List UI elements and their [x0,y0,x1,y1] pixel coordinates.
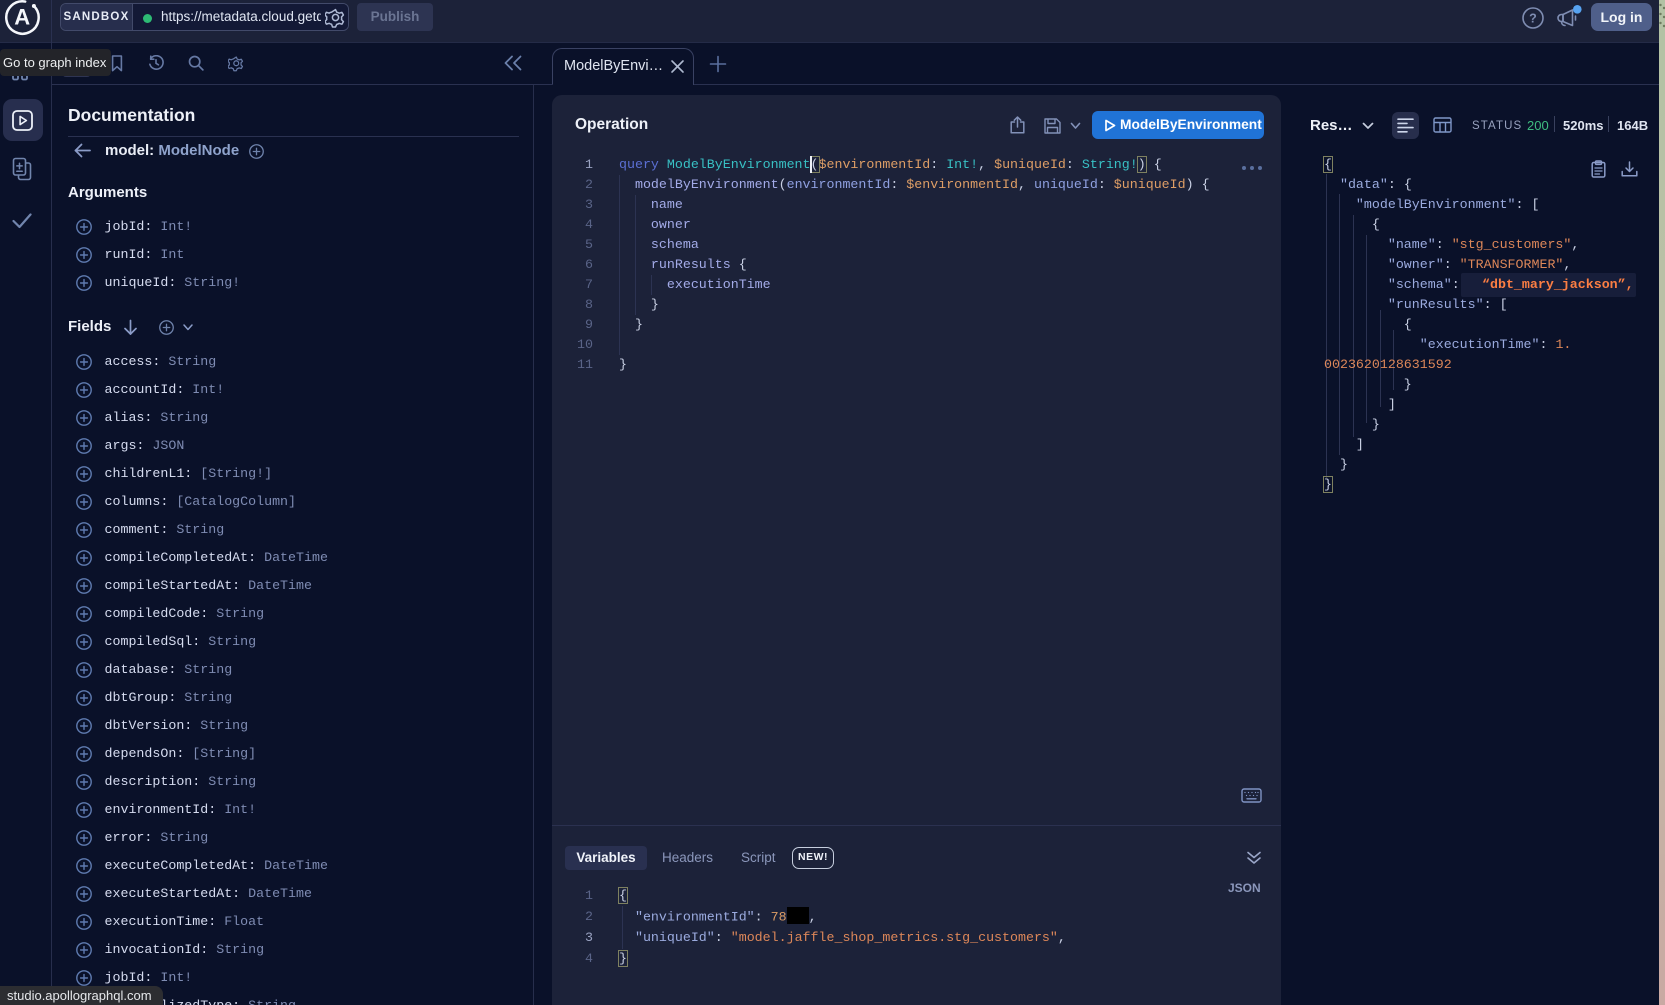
svg-text:?: ? [1529,12,1537,26]
svg-text:A: A [14,5,30,30]
